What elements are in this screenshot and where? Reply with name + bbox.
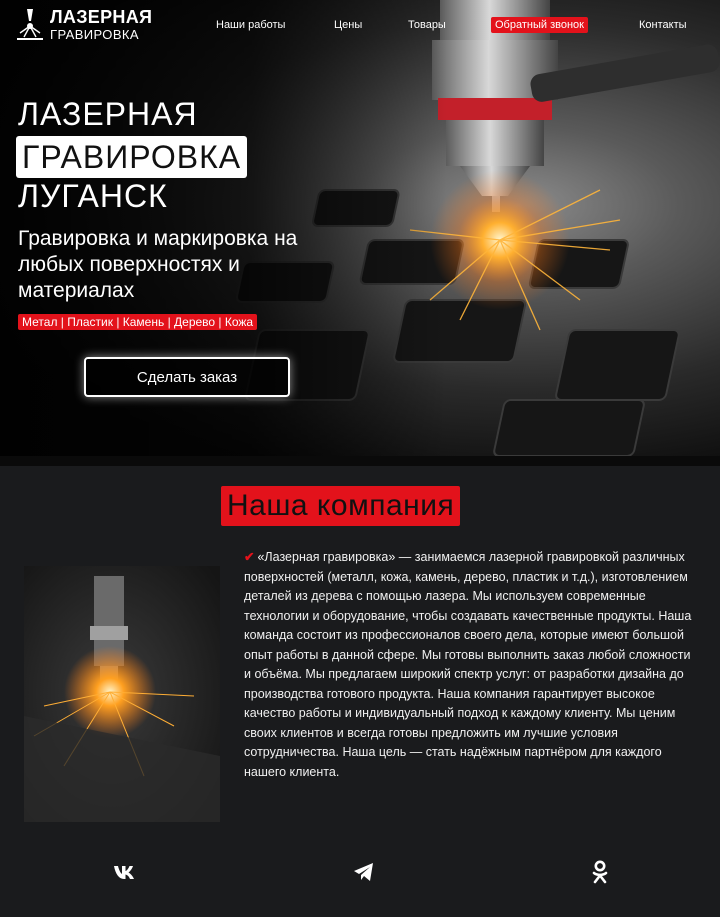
hero-title-line1: ЛАЗЕРНАЯ — [18, 96, 198, 132]
nav-prices-link[interactable]: Цены — [334, 17, 362, 33]
vk-icon — [114, 866, 134, 879]
nav-works-link[interactable]: Наши работы — [216, 17, 285, 33]
telegram-link[interactable] — [352, 860, 376, 884]
company-text: «Лазерная гравировка» — занимаемся лазер… — [244, 550, 692, 779]
odnoklassniki-icon — [592, 860, 608, 884]
company-title: Наша компания — [221, 486, 461, 526]
nav-products-link[interactable]: Товары — [408, 17, 446, 33]
company-laser-photo — [24, 566, 220, 822]
main-nav: Наши работы Цены Товары Обратный звонок … — [0, 17, 720, 35]
telegram-icon — [354, 863, 373, 881]
odnoklassniki-link[interactable] — [588, 860, 612, 884]
vk-link[interactable] — [113, 860, 137, 884]
order-button[interactable]: Сделать заказ — [84, 357, 290, 397]
materials-badge: Метал | Пластик | Камень | Дерево | Кожа — [18, 314, 258, 330]
hero-title-line2: ГРАВИРОВКА — [16, 136, 248, 178]
checkmark-icon: ✔ — [244, 550, 255, 564]
company-description: ✔ «Лазерная гравировка» — занимаемся лазе… — [244, 548, 696, 782]
nav-contacts-link[interactable]: Контакты — [639, 17, 687, 33]
hero-subtitle: Гравировка и маркировка на любых поверхн… — [18, 227, 298, 302]
hero-title-line3: ЛУГАНСК — [18, 178, 168, 214]
nav-callback-link[interactable]: Обратный звонок — [491, 17, 588, 33]
